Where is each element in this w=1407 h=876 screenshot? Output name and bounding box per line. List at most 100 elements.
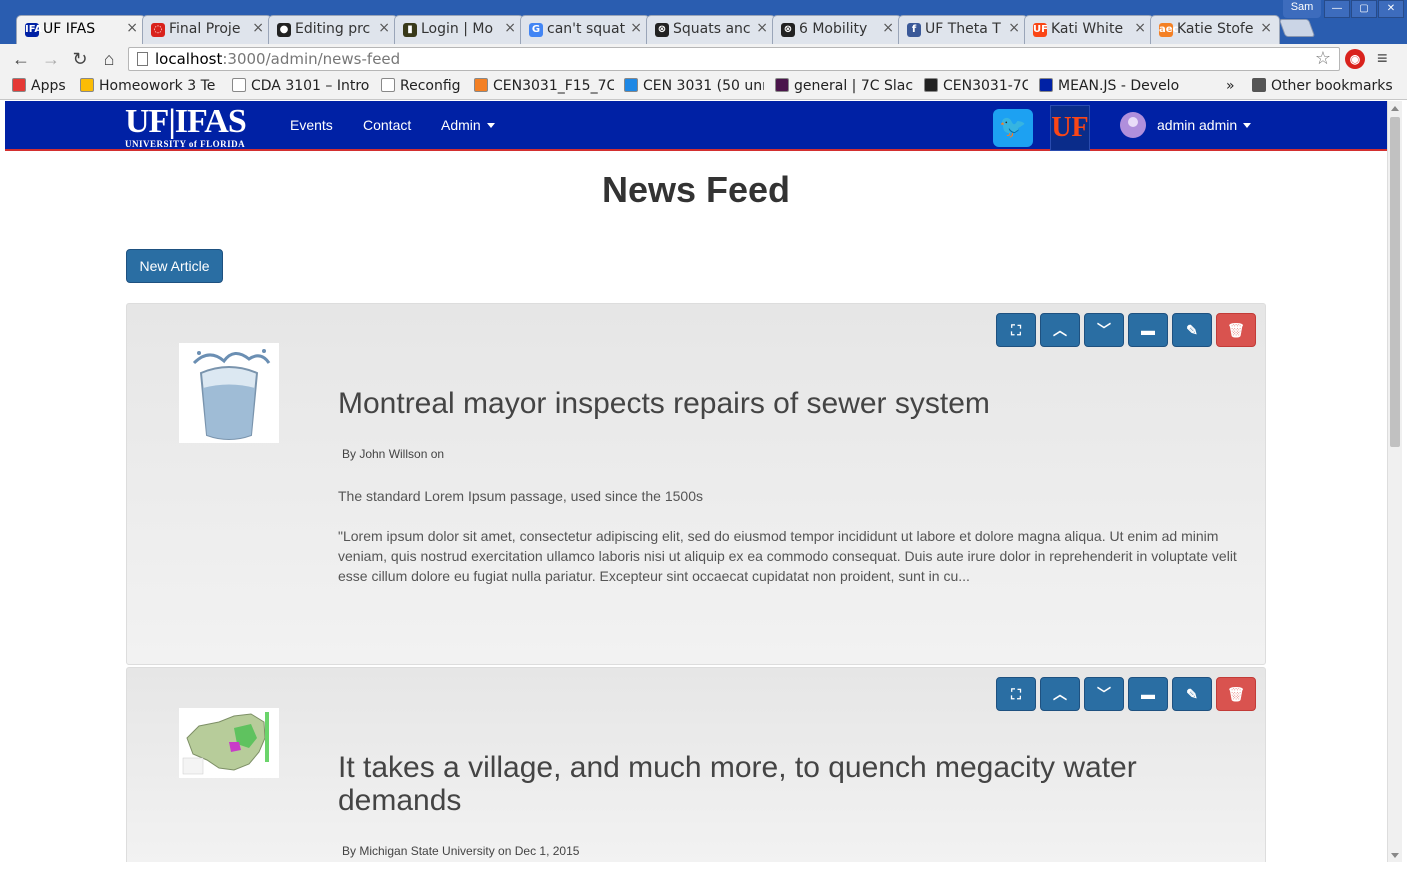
chevron-down-icon — [1243, 123, 1252, 128]
browser-tab[interactable]: ⊗ Squats anc × — [646, 15, 776, 44]
bookmark-item[interactable]: Apps — [12, 78, 66, 94]
bookmark-favicon-icon — [381, 78, 395, 92]
scroll-up-icon[interactable] — [1391, 106, 1399, 111]
back-icon[interactable]: ← — [10, 48, 32, 70]
browser-tab[interactable]: f UF Theta T × — [898, 15, 1028, 44]
delete-icon[interactable]: 🗑 — [1216, 313, 1256, 347]
nav-contact[interactable]: Contact — [363, 117, 411, 133]
browser-tab[interactable]: ◌ Final Proje × — [142, 15, 272, 44]
bookmark-label: general | 7C Slack — [794, 78, 913, 94]
move-up-icon[interactable]: ︿ — [1040, 677, 1080, 711]
avatar[interactable] — [1120, 112, 1146, 138]
article-image[interactable] — [179, 343, 279, 443]
article-byline: By Michigan State University on Dec 1, 2… — [342, 844, 580, 858]
twitter-icon[interactable]: 🐦 — [993, 109, 1033, 147]
maximize-icon[interactable]: ▢ — [1351, 0, 1377, 18]
bookmark-item[interactable]: general | 7C Slack — [775, 78, 913, 94]
tab-close-icon[interactable]: × — [1260, 20, 1272, 36]
nav-admin[interactable]: Admin — [441, 117, 495, 133]
home-icon[interactable]: ⌂ — [98, 48, 120, 70]
tab-title: UF Theta T — [925, 21, 1001, 37]
brand-main: UF|IFAS — [125, 103, 247, 140]
browser-tab[interactable]: UF Kati White × — [1024, 15, 1154, 44]
browser-tab[interactable]: IFAS UF IFAS × — [16, 15, 146, 44]
new-article-button[interactable]: New Article — [126, 249, 223, 283]
tab-close-icon[interactable]: × — [1134, 20, 1146, 36]
user-menu[interactable]: admin admin — [1157, 117, 1252, 133]
reload-icon[interactable]: ↻ — [69, 48, 91, 70]
bookmark-favicon-icon — [1039, 78, 1053, 92]
collapse-icon[interactable]: ▬ — [1128, 677, 1168, 711]
tab-title: Squats anc — [673, 21, 751, 37]
tab-favicon-icon: ⊗ — [655, 23, 669, 37]
article-title[interactable]: It takes a village, and much more, to qu… — [338, 751, 1225, 817]
browser-tab[interactable]: ⊗ 6 Mobility × — [772, 15, 902, 44]
bookmark-item[interactable]: CEN 3031 (50 unre — [624, 78, 764, 94]
bookmark-item[interactable]: MEAN.JS - Develo — [1039, 78, 1179, 94]
bookmark-favicon-icon — [775, 78, 789, 92]
bookmark-item[interactable]: Homeowork 3 Te — [80, 78, 215, 94]
tab-close-icon[interactable]: × — [504, 20, 516, 36]
uf-ifas-logo[interactable]: UF|IFAS UNIVERSITY of FLORIDA — [125, 103, 247, 150]
tab-close-icon[interactable]: × — [378, 20, 390, 36]
article-image[interactable] — [179, 708, 279, 778]
uf-logo-icon[interactable]: UF — [1050, 105, 1090, 151]
browser-tab[interactable]: Gcan't squat × — [520, 15, 650, 44]
bookmark-item[interactable]: CEN3031-7C — [924, 78, 1028, 94]
tab-close-icon[interactable]: × — [882, 20, 894, 36]
other-bookmarks[interactable]: Other bookmarks — [1252, 78, 1393, 94]
browser-tab[interactable]: ▮ Login | Mo × — [394, 15, 524, 44]
tab-favicon-icon: aec — [1159, 23, 1179, 37]
bookmark-item[interactable]: CEN3031_F15_7C — [474, 78, 614, 94]
nav-events[interactable]: Events — [290, 117, 333, 133]
page-scrollbar[interactable] — [1387, 101, 1402, 862]
article-title[interactable]: Montreal mayor inspects repairs of sewer… — [338, 387, 1225, 420]
address-bar[interactable]: localhost:3000/admin/news-feed ☆ — [128, 47, 1340, 71]
collapse-icon[interactable]: ▬ — [1128, 313, 1168, 347]
chrome-menu-icon[interactable]: ≡ — [1377, 48, 1388, 69]
tab-close-icon[interactable]: × — [1008, 20, 1020, 36]
delete-icon[interactable]: 🗑 — [1216, 677, 1256, 711]
edit-icon[interactable]: ✎ — [1172, 313, 1212, 347]
bookmarks-overflow[interactable]: » — [1226, 78, 1235, 94]
bookmark-label: CEN3031_F15_7C — [493, 78, 614, 94]
browser-tab[interactable]: aec Katie Stofe × — [1150, 15, 1280, 44]
bookmark-label: Apps — [31, 78, 66, 94]
bookmark-item[interactable]: Reconfig — [381, 78, 461, 94]
tab-close-icon[interactable]: × — [252, 20, 264, 36]
tab-title: UF IFAS — [43, 21, 96, 37]
extension-icon[interactable]: ◉ — [1345, 49, 1365, 69]
new-tab-button[interactable] — [1278, 19, 1316, 37]
minimize-icon[interactable]: — — [1324, 0, 1350, 18]
bookmark-favicon-icon — [624, 78, 638, 92]
user-name: admin admin — [1157, 117, 1238, 133]
scroll-down-icon[interactable] — [1391, 853, 1399, 858]
tab-close-icon[interactable]: × — [756, 20, 768, 36]
expand-icon[interactable]: ⛶ — [996, 677, 1036, 711]
article-actions: ⛶ ︿ ﹀ ▬ ✎ 🗑 — [996, 677, 1256, 711]
profile-button[interactable]: Sam — [1283, 0, 1321, 18]
tab-close-icon[interactable]: × — [126, 20, 138, 36]
move-down-icon[interactable]: ﹀ — [1084, 313, 1124, 347]
forward-icon[interactable]: → — [40, 48, 62, 70]
bookmark-label: MEAN.JS - Develo — [1058, 78, 1180, 94]
url-host: localhost — [155, 50, 223, 68]
tab-close-icon[interactable]: × — [630, 20, 642, 36]
page-content: UF|IFAS UNIVERSITY of FLORIDA Events Con… — [5, 101, 1387, 862]
other-bookmarks-label: Other bookmarks — [1271, 78, 1393, 94]
move-up-icon[interactable]: ︿ — [1040, 313, 1080, 347]
bookmark-item[interactable]: CDA 3101 – Introd — [232, 78, 370, 94]
bookmark-favicon-icon — [12, 78, 26, 92]
bookmark-favicon-icon — [80, 78, 94, 92]
close-window-icon[interactable]: ✕ — [1378, 0, 1404, 18]
bookmark-favicon-icon — [924, 78, 938, 92]
browser-toolbar: ← → ↻ ⌂ localhost:3000/admin/news-feed ☆… — [0, 44, 1407, 74]
scrollbar-thumb[interactable] — [1390, 117, 1400, 447]
browser-tab[interactable]: ● Editing prc × — [268, 15, 398, 44]
move-down-icon[interactable]: ﹀ — [1084, 677, 1124, 711]
bookmark-star-icon[interactable]: ☆ — [1315, 48, 1331, 70]
tab-title: Katie Stofe — [1177, 21, 1254, 37]
tab-title: Final Proje — [169, 21, 241, 37]
expand-icon[interactable]: ⛶ — [996, 313, 1036, 347]
edit-icon[interactable]: ✎ — [1172, 677, 1212, 711]
